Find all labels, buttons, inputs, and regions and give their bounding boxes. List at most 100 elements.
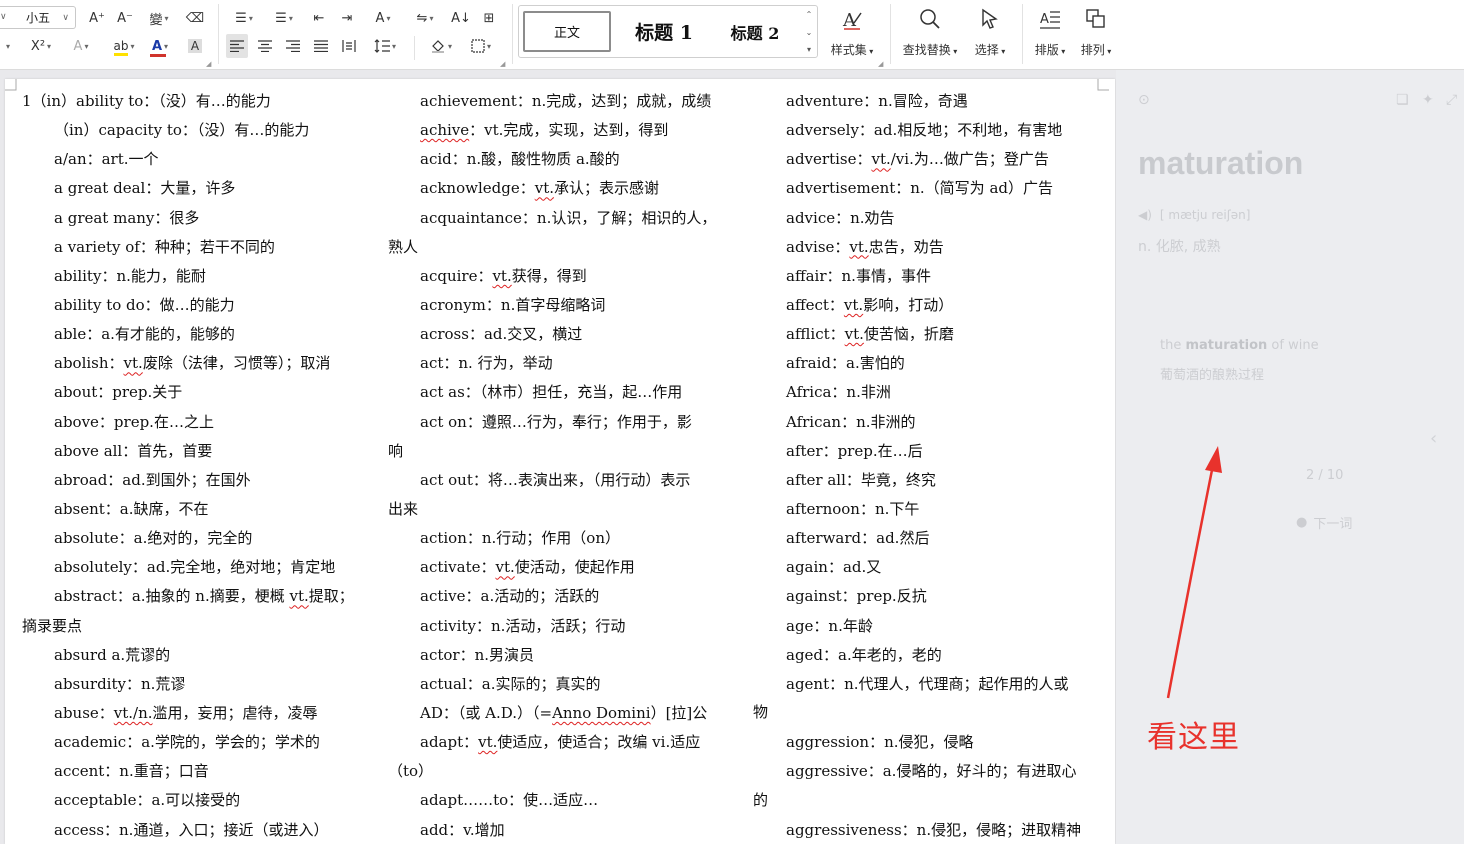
arrange-button[interactable]: 排列 ▾ xyxy=(1064,6,1128,58)
borders-button[interactable]: ▾ xyxy=(464,34,498,58)
entry-line: accent：n.重音；口音 xyxy=(54,762,209,781)
justify-button[interactable] xyxy=(310,34,332,58)
layout-label: 排版 xyxy=(1034,43,1059,57)
entry-line xyxy=(754,699,1094,728)
chevron-down-icon: ▾ xyxy=(866,47,874,56)
phonetic-text: [ mætju reiʃən] xyxy=(1159,208,1251,222)
chevron-down-icon: ▾ xyxy=(391,41,396,51)
font-dialog-launcher[interactable]: ◢ xyxy=(206,60,211,68)
align-right-button[interactable] xyxy=(282,34,304,58)
entry-line: agent：n.代理人，代理商；起作用的人或 xyxy=(786,674,1069,693)
overflow-char: 物 xyxy=(753,703,769,722)
align-left-button[interactable] xyxy=(226,34,248,58)
entry-line: 出来 xyxy=(388,499,419,518)
text-effect-button[interactable]: A ▾ xyxy=(64,34,98,58)
entry-line: act on：遵照…行为，奉行；作用于，影 xyxy=(420,412,692,431)
chevron-up-icon[interactable]: ⌃ xyxy=(806,10,813,19)
select-button[interactable]: 选择 ▾ xyxy=(958,6,1022,58)
chevron-down-icon: ∨ xyxy=(62,12,69,23)
definition: n. 化脓, 成熟 xyxy=(1138,239,1221,255)
pin-icon[interactable]: ✦ xyxy=(1422,92,1434,108)
outdent-button[interactable]: ⇤ xyxy=(308,6,330,30)
entry-line: a great deal：大量，许多 xyxy=(54,179,236,198)
bullet-list-icon: ☰ xyxy=(235,10,247,26)
shrink-font-button[interactable]: A⁻ xyxy=(114,6,136,30)
entry-line: acronym：n.首字母缩略词 xyxy=(420,295,606,314)
chevron-down-icon[interactable]: ⌄ xyxy=(806,28,813,37)
chevron-down-icon: ▾ xyxy=(950,47,958,56)
clear-format-button[interactable]: ⌫ xyxy=(184,6,206,30)
style-heading2-label: 标题 2 xyxy=(730,23,780,43)
font-color-icon: A xyxy=(149,39,166,57)
highlight-button[interactable]: ab ▾ xyxy=(104,34,144,58)
entry-line: acquire：vt.获得，得到 xyxy=(420,266,587,285)
entry-line: achievement：n.完成，达到；成就，成绩 xyxy=(420,92,712,110)
indent-button[interactable]: ⇥ xyxy=(336,6,358,30)
search-icon xyxy=(918,6,942,32)
chevron-down-icon: ∨ xyxy=(0,12,7,22)
style-heading2[interactable]: 标题 2 xyxy=(719,11,791,52)
pinyin-icon: A xyxy=(375,10,385,26)
style-normal[interactable]: 正文 xyxy=(523,11,611,52)
entry-line: acid：n.酸，酸性物质 a.酸的 xyxy=(420,150,620,169)
copy-icon[interactable]: ❏ xyxy=(1396,92,1409,108)
line-spacing-button[interactable]: ▾ xyxy=(368,34,402,58)
find-replace-button[interactable]: 查找替换 ▾ xyxy=(898,6,962,58)
entry-line: able：a.有才能的，能够的 xyxy=(54,325,235,344)
numbering-button[interactable]: ☰ ▾ xyxy=(268,6,300,30)
next-icon: ● xyxy=(1296,515,1308,530)
speaker-icon[interactable]: ◀) xyxy=(1138,208,1152,222)
entry-line: actual：a.实际的；真实的 xyxy=(420,674,601,693)
entry-line: advise：vt.忠告，劝告 xyxy=(786,237,944,256)
expand-icon[interactable]: ⤢ xyxy=(1446,92,1457,108)
entry-line: affect：vt.影响，打动） xyxy=(786,295,954,314)
grow-font-button[interactable]: A⁺ xyxy=(86,6,108,30)
style-set-button[interactable]: A 样式集 ▾ xyxy=(820,6,884,58)
overflow-char: 的 xyxy=(753,790,769,809)
spellcheck-squiggle: Anno Domini xyxy=(552,703,651,722)
entry-line: 响 xyxy=(388,441,404,460)
paragraph-dialog-launcher[interactable]: ◢ xyxy=(500,60,505,68)
document-page[interactable]: 1（in）ability to：（没）有…的能力 （in）capacity to：… xyxy=(5,79,1115,844)
spellcheck-squiggle: vt. xyxy=(534,179,555,198)
entry-line: （to） xyxy=(388,762,434,781)
outdent-icon: ⇤ xyxy=(313,10,325,26)
style-scroll[interactable]: ⌃ ⌄ ▾ xyxy=(803,10,815,54)
margin-corner-mark xyxy=(1097,79,1109,91)
arrange-icon xyxy=(1084,6,1108,32)
font-size-select[interactable]: ∨ 小五 ∨ xyxy=(0,6,76,29)
style-heading1-label: 标题 1 xyxy=(635,22,693,44)
next-word-button[interactable]: ● 下一词 xyxy=(1296,513,1352,532)
eraser-icon: ⌫ xyxy=(185,10,205,26)
entry-line: actor：n.男演员 xyxy=(420,645,535,664)
char-shading-button[interactable]: A xyxy=(184,34,206,58)
entry-line: across：ad.交叉，横过 xyxy=(420,325,583,344)
numbered-list-icon: ☰ xyxy=(275,10,287,26)
spellcheck-squiggle: vt. xyxy=(495,558,515,577)
phonetic-guide-button[interactable]: 變 ▾ xyxy=(142,6,176,30)
border-icon xyxy=(471,39,485,53)
sort-button[interactable]: A↓ xyxy=(450,6,472,30)
shading-button[interactable]: ▾ xyxy=(424,34,458,58)
chevron-left-icon[interactable]: ‹ xyxy=(1430,428,1437,449)
style-heading1[interactable]: 标题 1 xyxy=(623,11,705,52)
entry-line: about：prep.关于 xyxy=(54,383,183,402)
chevron-down-icon: ▾ xyxy=(386,13,391,23)
show-marks-icon: ⊞ xyxy=(483,10,495,26)
underline-dropdown[interactable]: ▾ xyxy=(0,34,14,58)
show-marks-button[interactable]: ⊞ xyxy=(478,6,500,30)
entry-line: add：v.增加 xyxy=(420,820,505,839)
entry-line: adapt：vt.使适应，使适合；改编 vi.适应 xyxy=(420,733,701,752)
align-center-button[interactable] xyxy=(254,34,276,58)
bullets-button[interactable]: ☰ ▾ xyxy=(228,6,260,30)
expand-icon[interactable]: ▾ xyxy=(807,45,811,54)
distribute-button[interactable] xyxy=(338,34,360,58)
font-color-button[interactable]: A ▾ xyxy=(144,34,176,58)
text-direction-button[interactable]: ⇋ ▾ xyxy=(408,6,442,30)
entry-line: above：prep.在…之上 xyxy=(54,412,214,431)
pinyin-button[interactable]: A ▾ xyxy=(366,6,400,30)
spellcheck-squiggle: vt. xyxy=(843,295,864,314)
styles-dialog-launcher[interactable]: ◢ xyxy=(878,60,883,68)
superscript-button[interactable]: X² ▾ xyxy=(24,34,58,58)
back-icon[interactable]: ⊙ xyxy=(1138,92,1150,108)
